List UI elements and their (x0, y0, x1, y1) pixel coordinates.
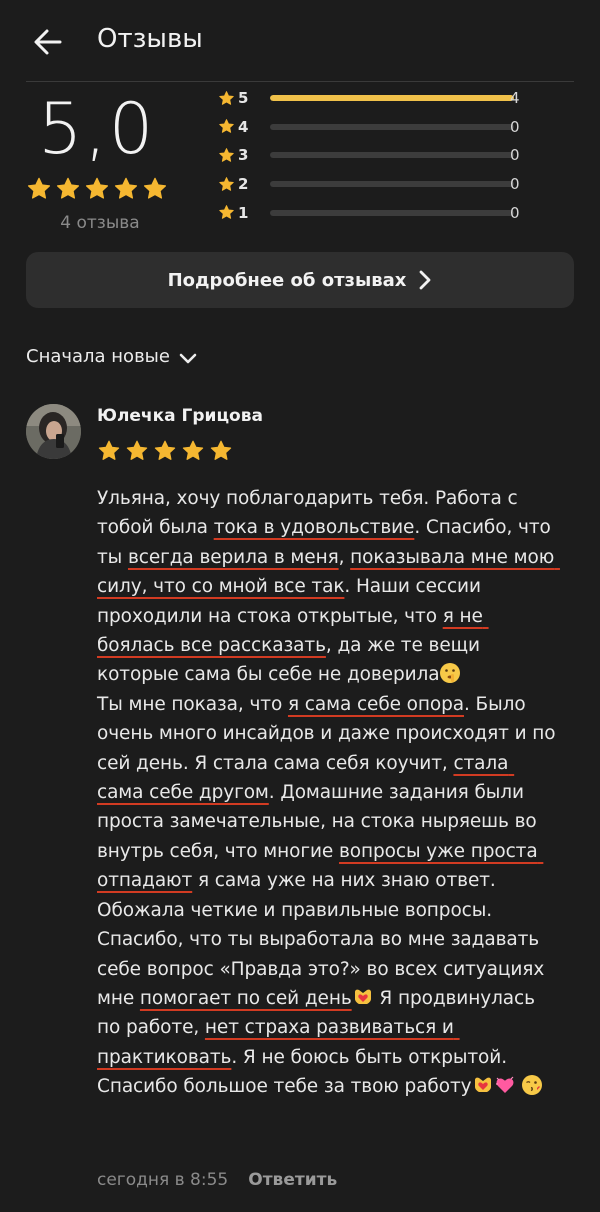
star-icon (218, 176, 235, 193)
reply-button[interactable]: Ответить (248, 1170, 337, 1190)
rating-row-bar (270, 152, 514, 159)
avatar[interactable] (26, 404, 81, 459)
rating-row-count: 0 (510, 175, 520, 194)
rating-row-5: 54 (218, 84, 538, 113)
more-about-reviews-button[interactable]: Подробнее об отзывах (26, 252, 574, 308)
rating-row-bar (270, 181, 514, 188)
reviews-count: 4 отзыва (60, 213, 140, 233)
review-author: Юлечка Грицова (97, 406, 263, 426)
more-about-reviews-label: Подробнее об отзывах (167, 269, 407, 291)
shush-emoji-icon (439, 662, 461, 684)
star-icon (125, 439, 149, 463)
review-meta: сегодня в 8:55 Ответить (97, 1170, 337, 1190)
rating-row-bar (270, 209, 514, 216)
rating-row-count: 0 (510, 146, 520, 165)
star-icon (153, 439, 177, 463)
rating-distribution: 5440302010 (218, 84, 538, 227)
star-icon (181, 439, 205, 463)
review-text-highlight: я сама себе опора (287, 693, 464, 715)
page-title: Отзывы (97, 24, 203, 54)
rating-row-count: 0 (510, 117, 520, 136)
star-icon (142, 176, 168, 202)
review-text: Ульяна, хочу поблагодарить тебя. Работа … (97, 484, 557, 1102)
average-rating-stars (26, 176, 168, 202)
review-text-fragment: , (338, 546, 351, 568)
rating-row-label: 3 (238, 146, 249, 165)
rating-row-bar-fill (270, 95, 514, 102)
arrow-left-icon (34, 29, 62, 55)
rating-row-1: 10 (218, 198, 538, 227)
star-icon (55, 176, 81, 202)
back-button[interactable] (28, 22, 68, 62)
rating-row-count: 0 (510, 203, 520, 222)
rating-row-label: 4 (238, 117, 249, 136)
rating-row-2: 20 (218, 170, 538, 199)
rating-row-label: 2 (238, 175, 249, 194)
star-icon (97, 439, 121, 463)
rating-row-count: 4 (510, 89, 520, 108)
chevron-down-icon (179, 353, 197, 363)
star-icon (26, 176, 52, 202)
review-time: сегодня в 8:55 (97, 1170, 229, 1190)
pink-heart-emoji-icon (494, 1074, 516, 1096)
star-icon (218, 118, 235, 135)
header: Отзывы (0, 0, 600, 82)
rating-row-bar (270, 95, 514, 102)
header-divider (26, 81, 574, 82)
star-icon (218, 90, 235, 107)
review-text-highlight: тока в удовольствие (213, 517, 415, 539)
star-icon (84, 176, 110, 202)
rating-row-label: 5 (238, 89, 249, 108)
heart-hands-emoji-icon (352, 986, 374, 1008)
star-icon (218, 204, 235, 221)
sort-label: Сначала новые (26, 346, 170, 367)
review-text-highlight: помогает по сей день (139, 987, 352, 1009)
heart-hands-emoji-icon (472, 1074, 494, 1096)
review-text-highlight: всегда верила в меня (127, 546, 339, 568)
rating-row-3: 30 (218, 141, 538, 170)
chevron-right-icon (419, 270, 431, 290)
average-rating: 5,0 (38, 88, 156, 170)
rating-row-bar (270, 123, 514, 130)
star-icon (218, 147, 235, 164)
star-icon (113, 176, 139, 202)
rating-row-4: 40 (218, 113, 538, 142)
review-stars (97, 439, 233, 463)
kiss-face-emoji-icon (521, 1074, 543, 1096)
sort-dropdown[interactable]: Сначала новые (26, 346, 198, 367)
rating-row-label: 1 (238, 203, 249, 222)
star-icon (209, 439, 233, 463)
review-text-fragment: Ты мне показа, что (97, 693, 283, 715)
